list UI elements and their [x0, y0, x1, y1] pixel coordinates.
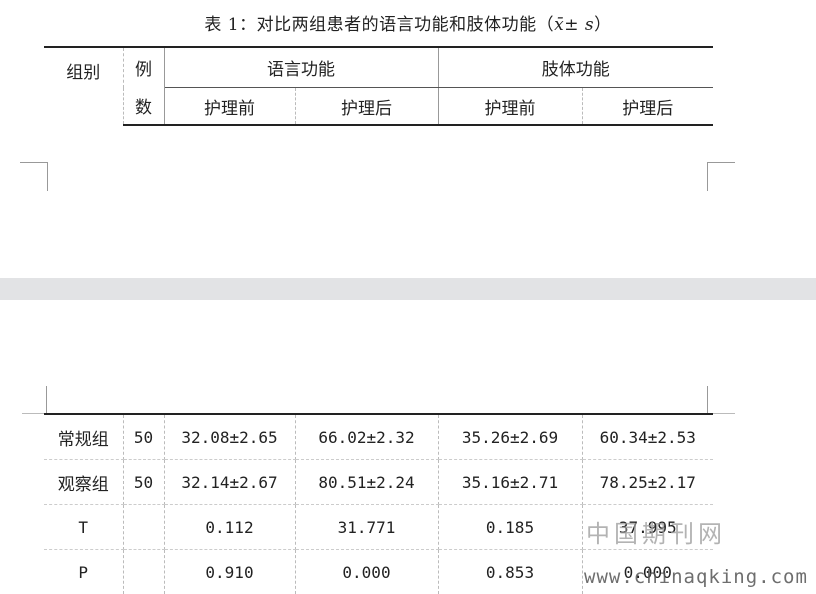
- cell-language-before: 0.112: [164, 505, 295, 550]
- header-limb-before: 护理前: [438, 88, 582, 126]
- cell-language-after: 80.51±2.24: [295, 460, 438, 505]
- cell-limb-before: 0.853: [438, 550, 582, 594]
- cell-group: 常规组: [44, 414, 123, 460]
- cell-n: [123, 550, 164, 594]
- table-row: 观察组 50 32.14±2.67 80.51±2.24 35.16±2.71 …: [44, 460, 713, 505]
- cell-language-before: 32.08±2.65: [164, 414, 295, 460]
- cell-group: 观察组: [44, 460, 123, 505]
- header-count-line2: 数: [123, 88, 164, 126]
- cell-group: T: [44, 505, 123, 550]
- cell-language-after: 0.000: [295, 550, 438, 594]
- header-language-after: 护理后: [295, 88, 438, 126]
- header-limb-function: 肢体功能: [438, 47, 713, 88]
- table-title-text: 表 1：对比两组患者的语言功能和肢体功能（: [204, 15, 554, 35]
- cell-language-before: 0.910: [164, 550, 295, 594]
- cell-limb-before: 0.185: [438, 505, 582, 550]
- table-row: 常规组 50 32.08±2.65 66.02±2.32 35.26±2.69 …: [44, 414, 713, 460]
- page-corner-mark-left: [20, 162, 48, 191]
- cell-limb-after: 78.25±2.17: [582, 460, 713, 505]
- margin-guide-left: [46, 386, 47, 414]
- margin-guide-h-left: [22, 413, 44, 414]
- page-break-gap: [0, 278, 816, 300]
- header-limb-after: 护理后: [582, 88, 713, 126]
- page-corner-mark-right: [707, 162, 735, 191]
- page-top: 表 1：对比两组患者的语言功能和肢体功能（x̄± s） 组别 例 语言功能 肢体…: [0, 0, 816, 278]
- header-group: 组别: [44, 47, 123, 125]
- table-title-close: ）: [594, 15, 612, 35]
- cell-n: [123, 505, 164, 550]
- watermark-url: www.chinaqking.com: [584, 566, 808, 588]
- cell-language-after: 31.771: [295, 505, 438, 550]
- cell-language-before: 32.14±2.67: [164, 460, 295, 505]
- cell-n: 50: [123, 414, 164, 460]
- table-title: 表 1：对比两组患者的语言功能和肢体功能（x̄± s）: [0, 10, 816, 35]
- cell-limb-after: 60.34±2.53: [582, 414, 713, 460]
- mean-sd-symbol: x̄± s: [554, 15, 594, 35]
- header-language-function: 语言功能: [164, 47, 438, 88]
- cell-n: 50: [123, 460, 164, 505]
- cell-limb-before: 35.16±2.71: [438, 460, 582, 505]
- header-count-line1: 例: [123, 47, 164, 88]
- margin-guide-h-right: [713, 413, 735, 414]
- margin-guide-right: [707, 386, 708, 414]
- cell-language-after: 66.02±2.32: [295, 414, 438, 460]
- cell-group: P: [44, 550, 123, 594]
- watermark-logo-text: 中国期刊网: [586, 514, 726, 549]
- table-header: 组别 例 语言功能 肢体功能 数 护理前 护理后 护理前 护理后: [44, 46, 713, 126]
- cell-limb-before: 35.26±2.69: [438, 414, 582, 460]
- header-language-before: 护理前: [164, 88, 295, 126]
